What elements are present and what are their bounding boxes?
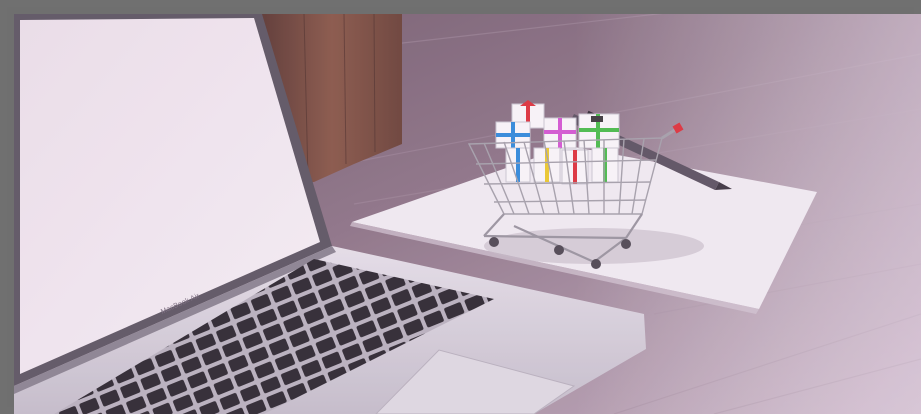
photo-illustration: MacBook Air [14, 14, 921, 414]
shopping-cart-on-desk-photo: MacBook Air [14, 14, 921, 414]
color-tint [14, 14, 921, 414]
image-frame: MacBook Air [0, 0, 921, 414]
